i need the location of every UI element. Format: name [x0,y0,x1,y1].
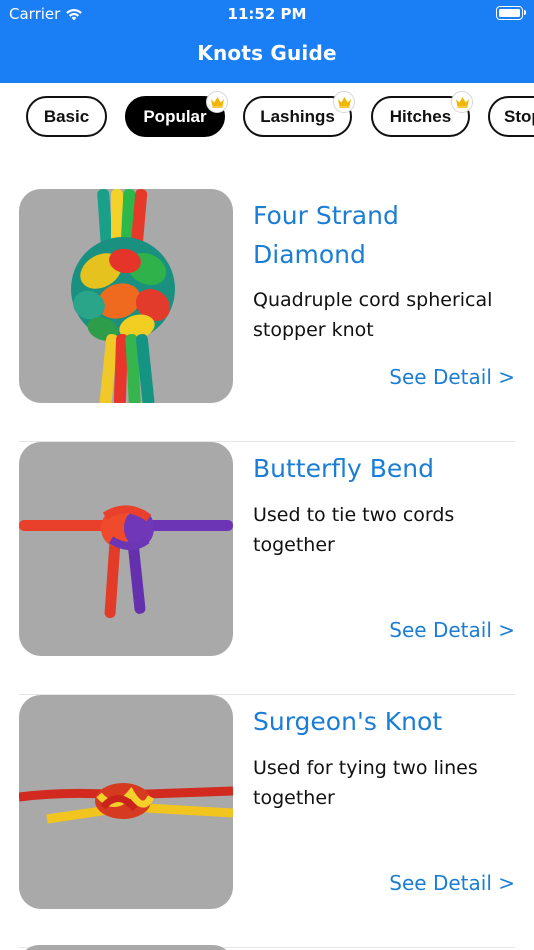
tab-label: Hitches [389,106,452,126]
tab-label: Stop [504,106,534,126]
crown-icon [451,91,473,113]
crown-icon [333,91,355,113]
knot-list-item[interactable]: Surgeon's Knot Used for tying two lines … [19,695,515,948]
four-strand-diamond-image [19,189,233,403]
page-title: Knots Guide [197,41,337,65]
butterfly-bend-image [19,442,233,656]
tab-popular[interactable]: Popular [125,91,228,137]
knot-description: Used for tying two lines together [253,757,478,809]
tab-label: Basic [43,106,90,126]
see-detail-link[interactable]: See Detail > [389,618,515,642]
knot-list-item[interactable]: Four Strand Diamond Quadruple cord spher… [19,189,515,442]
clock: 11:52 PM [227,5,307,23]
battery-icon [496,6,526,20]
next-knot-image [19,945,233,950]
knot-description: Quadruple cord spherical stopper knot [253,289,493,341]
knot-list-item[interactable]: Butterfly Bend Used to tie two cords tog… [19,442,515,695]
tab-label: Popular [143,106,207,126]
knot-title: Four Strand Diamond [253,201,399,269]
category-tabs[interactable]: Basic Popular Lashings Hitches Stop [0,83,534,155]
see-detail-link[interactable]: See Detail > [389,871,515,895]
tab-basic[interactable]: Basic [26,96,107,137]
tab-hitches[interactable]: Hitches [371,91,473,137]
tab-lashings[interactable]: Lashings [243,91,355,137]
knot-title: Butterfly Bend [253,454,434,483]
tab-label: Lashings [260,106,335,126]
knot-title: Surgeon's Knot [253,707,443,736]
see-detail-link[interactable]: See Detail > [389,365,515,389]
status-bar: Carrier 11:52 PM [0,0,534,28]
knot-description: Used to tie two cords together [253,504,455,556]
tab-stop[interactable]: Stop [488,96,534,137]
crown-icon [206,91,228,113]
surgeons-knot-image [19,695,233,909]
app-header: Carrier 11:52 PM Knots Guide [0,0,534,83]
